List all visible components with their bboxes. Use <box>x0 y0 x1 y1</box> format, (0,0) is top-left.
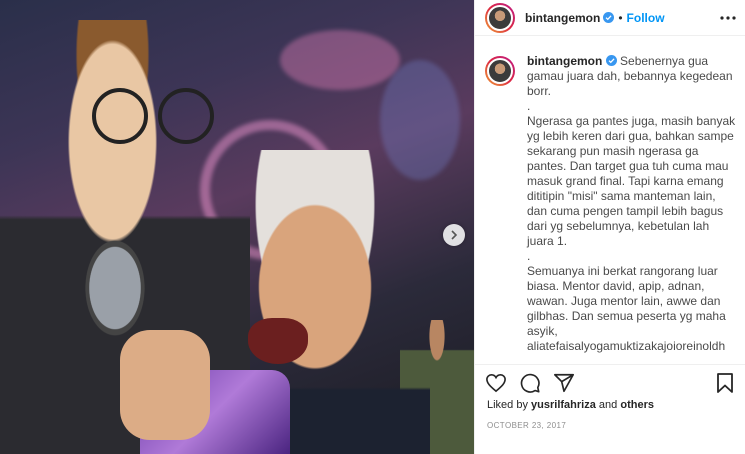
caption-text-block: bintangemon Sebenernya gua gamau juara d… <box>527 54 736 354</box>
post-side-panel: bintangemon • Follow bintangemon Sebener… <box>474 0 745 454</box>
comment-button[interactable] <box>519 372 541 394</box>
caption-body: Sebenernya gua gamau juara dah, bebannya… <box>527 54 736 353</box>
share-button[interactable] <box>553 372 575 394</box>
liked-by-and: and <box>598 399 618 411</box>
liked-by-others-link[interactable]: others <box>620 399 654 411</box>
open-mouth <box>248 318 308 364</box>
liked-by-line: Liked by yusrilfahriza and others <box>487 399 654 411</box>
comment-icon <box>520 373 540 393</box>
glasses <box>92 88 222 158</box>
avatar[interactable] <box>485 2 515 33</box>
next-photo-button[interactable] <box>443 224 465 246</box>
post-photo[interactable] <box>0 0 474 454</box>
caption-avatar[interactable] <box>485 56 515 86</box>
username-link[interactable]: bintangemon <box>525 11 600 25</box>
more-options-icon <box>720 15 736 20</box>
liked-by-user-link[interactable]: yusrilfahriza <box>531 399 596 411</box>
stage-light <box>280 30 400 90</box>
hand <box>120 330 210 440</box>
save-button[interactable] <box>714 372 736 394</box>
separator-dot: • <box>618 10 623 25</box>
like-button[interactable] <box>485 372 507 394</box>
caption-comment: bintangemon Sebenernya gua gamau juara d… <box>485 54 736 354</box>
verified-badge-icon <box>603 12 615 23</box>
caption-scroll-area[interactable]: bintangemon Sebenernya gua gamau juara d… <box>475 54 745 358</box>
post-header: bintangemon • Follow <box>475 0 745 36</box>
share-icon <box>554 373 574 392</box>
caption-username[interactable]: bintangemon <box>527 54 602 68</box>
verified-badge-icon <box>605 55 617 66</box>
bookmark-icon <box>717 372 733 393</box>
heart-icon <box>486 373 506 392</box>
chevron-right-icon <box>451 230 458 240</box>
post-date[interactable]: OCTOBER 23, 2017 <box>487 421 566 430</box>
action-bar <box>475 364 745 400</box>
liked-by-prefix: Liked by <box>487 399 528 411</box>
more-options-button[interactable] <box>719 9 737 27</box>
follow-button[interactable]: Follow <box>627 11 665 25</box>
